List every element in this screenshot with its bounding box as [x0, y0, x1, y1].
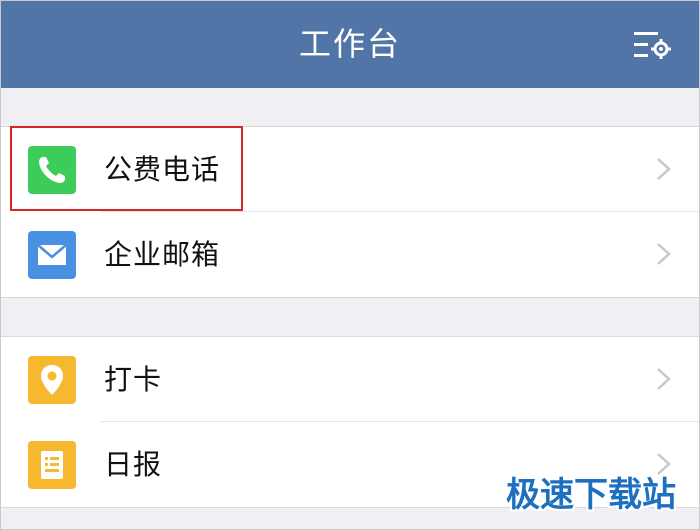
- chevron-right-icon: [657, 243, 671, 265]
- menu-item-label: 企业邮箱: [104, 238, 221, 271]
- watermark-text: 极速下载站: [506, 475, 676, 515]
- menu-item-check-in[interactable]: 打卡: [0, 337, 700, 422]
- menu-item-label: 打卡: [104, 363, 163, 396]
- menu-group-1: 公费电话 企业邮箱: [0, 126, 700, 298]
- phone-icon: [28, 146, 76, 194]
- top-bar: 工作台: [0, 0, 700, 88]
- menu-item-label: 公费电话: [104, 153, 221, 186]
- menu-item-public-phone[interactable]: 公费电话: [0, 127, 700, 212]
- chevron-right-icon: [657, 158, 671, 180]
- menu-item-enterprise-mail[interactable]: 企业邮箱: [0, 212, 700, 297]
- location-pin-icon: [28, 356, 76, 404]
- chevron-right-icon: [657, 368, 671, 390]
- settings-list-icon[interactable]: [632, 28, 672, 62]
- mail-icon: [28, 231, 76, 279]
- report-document-icon: [28, 441, 76, 489]
- menu-item-label: 日报: [104, 448, 163, 481]
- page-title: 工作台: [298, 25, 401, 63]
